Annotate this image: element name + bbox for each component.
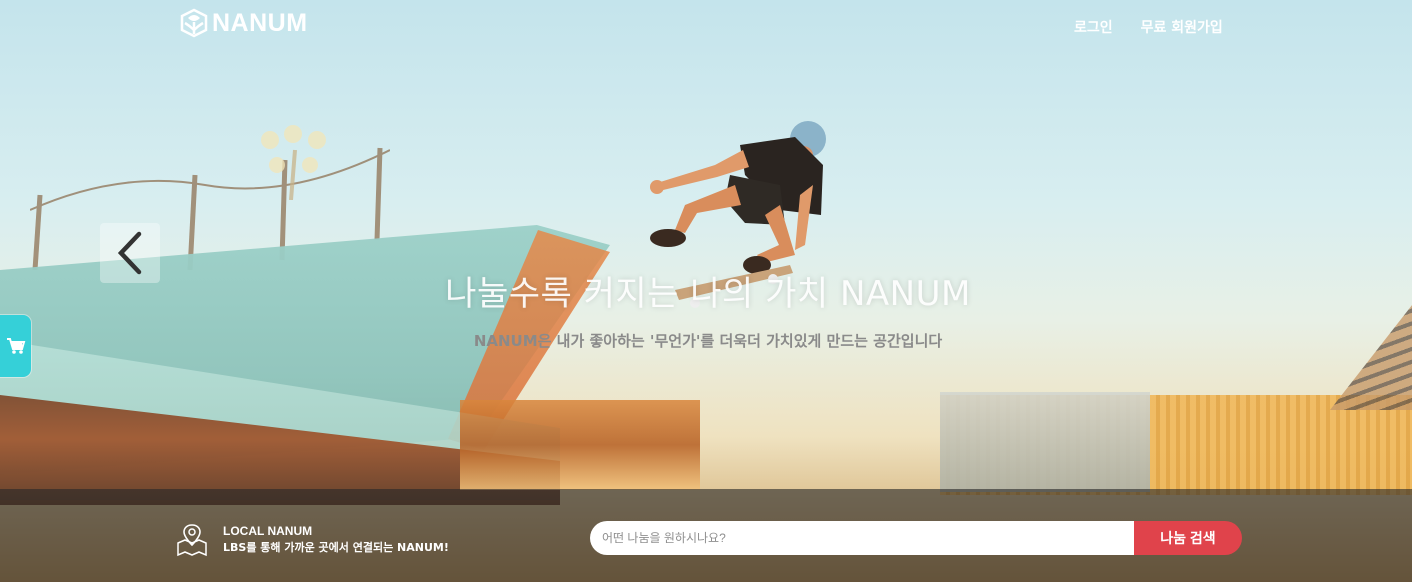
- search-input[interactable]: [590, 521, 1134, 555]
- hero-headline: 나눌수록 커지는 나의 가치 NANUM: [445, 274, 971, 314]
- hero-banner: NANUM 로그인 무료 회원가입 나눌수록 커지는 나의 가치 NANUM N…: [0, 0, 1416, 582]
- stadium-lights-decoration: [261, 125, 326, 200]
- signup-link[interactable]: 무료 회원가입: [1141, 17, 1223, 37]
- local-nanum-info: LOCAL NANUM LBS를 통해 가까운 곳에서 연결되는 NANUM!: [175, 523, 449, 557]
- local-nanum-title: LOCAL NANUM: [223, 524, 313, 538]
- top-nav: 로그인 무료 회원가입: [1074, 17, 1223, 37]
- leaf-box-icon: [180, 8, 208, 38]
- bleachers-decoration: [1330, 300, 1416, 410]
- page-scrollbar[interactable]: [1412, 0, 1416, 582]
- local-nanum-desc: LBS를 통해 가까운 곳에서 연결되는 NANUM!: [223, 541, 449, 554]
- shack-decoration: [460, 400, 700, 490]
- login-link[interactable]: 로그인: [1074, 17, 1113, 37]
- search-form: 나눔 검색: [590, 521, 1242, 555]
- site-logo[interactable]: NANUM: [180, 8, 308, 38]
- map-pin-icon: [177, 524, 207, 557]
- search-button[interactable]: 나눔 검색: [1134, 521, 1242, 555]
- hero-subline: NANUM은 내가 좋아하는 '무언가'를 더욱더 가치있게 만드는 공간입니다: [473, 332, 943, 350]
- logo-text: NANUM: [212, 8, 308, 37]
- building-roof-decoration: [940, 392, 1150, 492]
